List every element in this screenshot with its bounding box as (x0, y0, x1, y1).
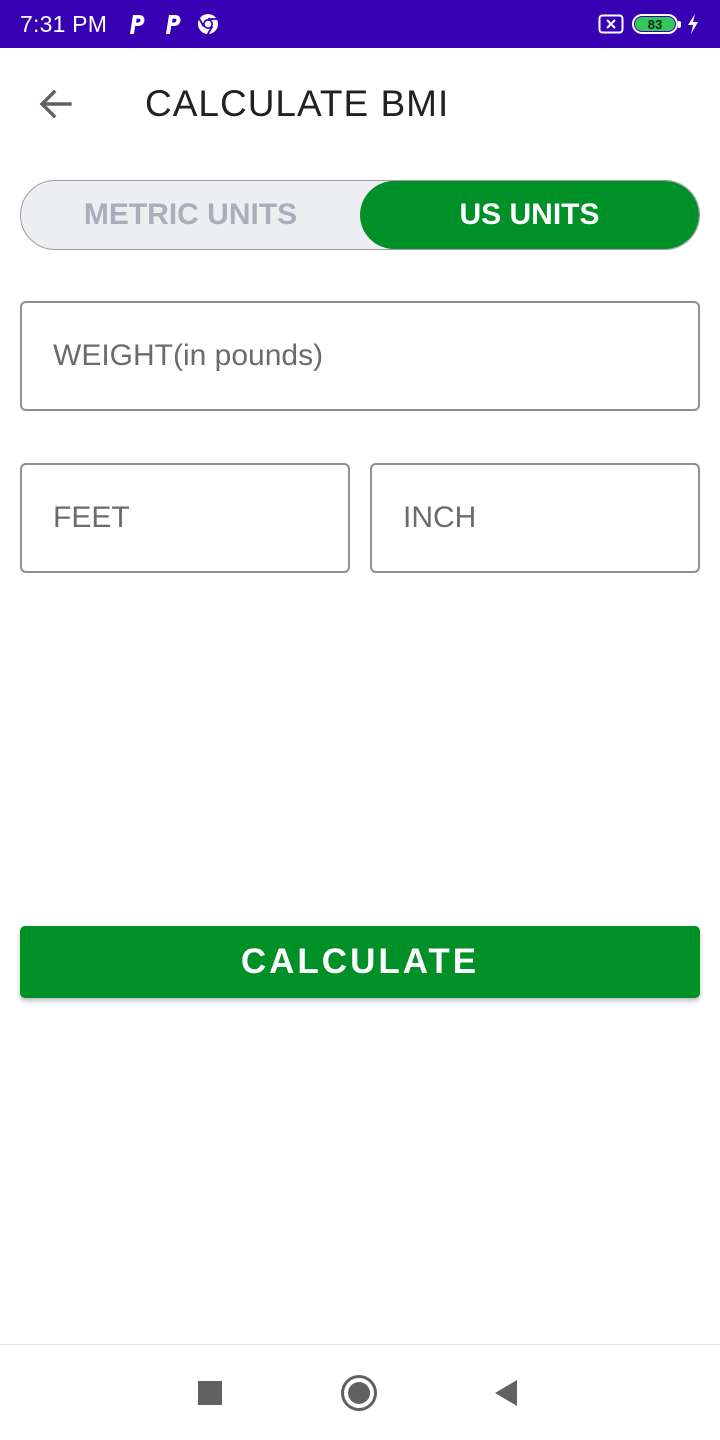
back-triangle-icon (495, 1380, 517, 1406)
navigation-bar (0, 1344, 720, 1440)
arrow-left-icon (39, 89, 72, 119)
home-button[interactable] (335, 1369, 383, 1417)
metric-units-option[interactable]: METRIC UNITS (21, 181, 360, 249)
system-icons: 83 (598, 14, 700, 34)
battery-level: 83 (635, 16, 675, 32)
p-app-icon (125, 13, 147, 35)
chrome-icon (198, 14, 219, 35)
home-circle-icon (341, 1375, 377, 1411)
inch-input[interactable] (372, 465, 698, 571)
no-sim-icon (598, 14, 624, 34)
toolbar: CALCULATE BMI (0, 48, 720, 160)
notification-icons (125, 13, 219, 35)
battery-level-text: 83 (647, 16, 663, 32)
calculate-button[interactable]: CALCULATE (20, 926, 700, 998)
us-units-option[interactable]: US UNITS (360, 181, 699, 249)
weight-input[interactable] (22, 303, 698, 409)
p-app-icon (161, 13, 183, 35)
recents-square-icon (198, 1381, 222, 1405)
page-title: CALCULATE BMI (145, 83, 450, 124)
weight-field (20, 301, 700, 411)
recents-button[interactable] (186, 1369, 234, 1417)
unit-toggle: METRIC UNITS US UNITS (20, 180, 700, 250)
back-button[interactable] (20, 68, 92, 140)
status-time: 7:31 PM (20, 10, 108, 37)
charging-bolt-icon (688, 14, 698, 34)
feet-field (20, 463, 350, 573)
inch-field (370, 463, 700, 573)
status-bar: 7:31 PM 83 (0, 0, 720, 48)
nav-back-button[interactable] (482, 1369, 530, 1417)
battery-icon: 83 (632, 14, 681, 34)
feet-input[interactable] (22, 465, 348, 571)
